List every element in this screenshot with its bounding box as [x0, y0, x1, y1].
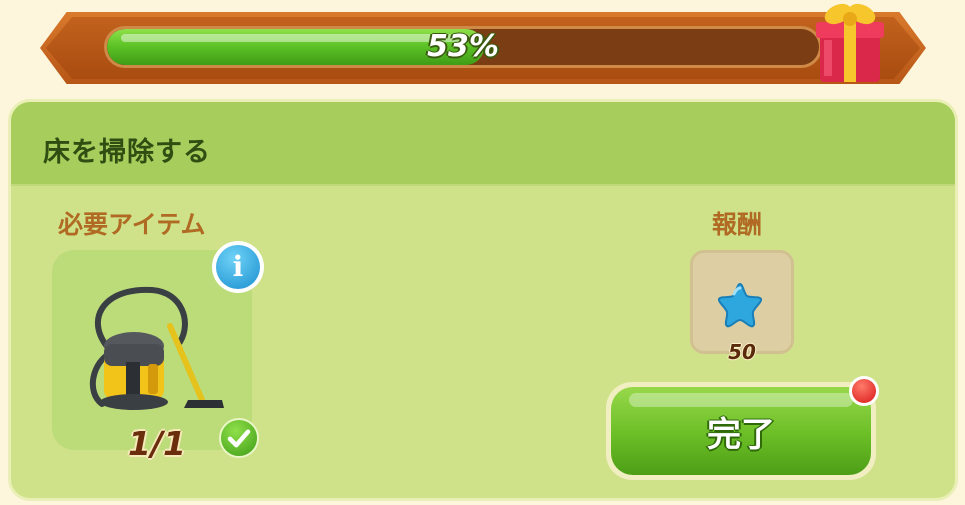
- task-title: 床を掃除する: [43, 137, 211, 168]
- reward-heading: 報酬: [712, 210, 763, 239]
- progress-percent-label: 53%: [427, 29, 499, 64]
- required-items-heading: 必要アイテム: [58, 210, 206, 239]
- vacuum-cleaner-icon: [90, 286, 224, 410]
- complete-button[interactable]: 完了: [606, 382, 876, 480]
- task-panel-header: 床を掃除する: [11, 102, 955, 186]
- gift-box-icon[interactable]: [810, 0, 890, 84]
- complete-button-label: 完了: [707, 414, 775, 455]
- notification-badge: [849, 376, 879, 406]
- info-icon: i: [216, 245, 260, 289]
- reward-amount: 50: [728, 340, 756, 364]
- checkmark-icon: [219, 418, 259, 458]
- blue-star-icon: [717, 282, 763, 328]
- required-item-count: 1/1: [128, 424, 186, 463]
- info-button[interactable]: i: [212, 241, 264, 293]
